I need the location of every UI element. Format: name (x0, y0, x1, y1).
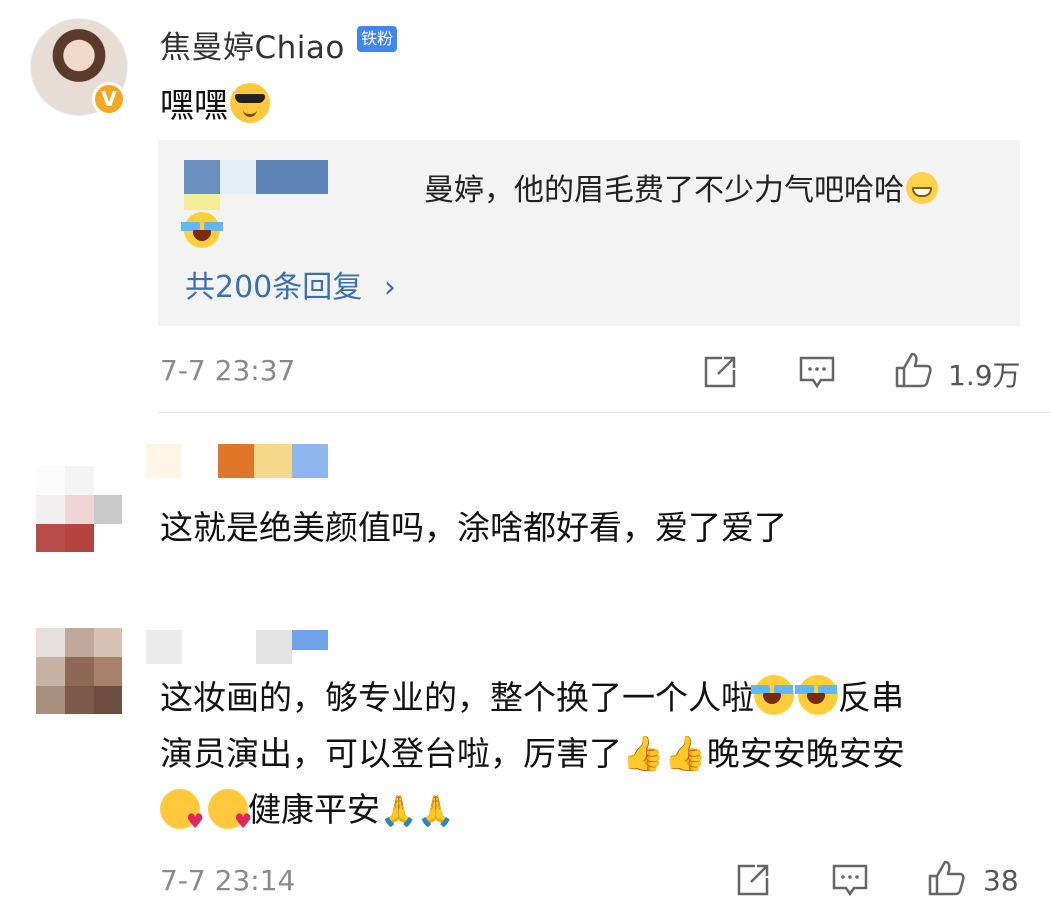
redacted-username-part (184, 194, 220, 210)
redacted-username-part (218, 444, 254, 478)
timestamp: 7-7 23:14 (160, 864, 296, 897)
like-count: 1.9万 (948, 359, 1021, 392)
share-icon[interactable] (733, 860, 773, 900)
comment-text: 演员演出，可以登台啦，厉害了 (160, 734, 622, 773)
redacted-username-part (220, 160, 256, 194)
kiss-emoji (208, 789, 252, 831)
avatar[interactable] (36, 628, 122, 714)
reply-text: 曼婷，他的眉毛费了不少力气吧哈哈 (424, 165, 938, 209)
redacted-username-part (256, 630, 292, 664)
share-icon[interactable] (700, 352, 740, 392)
like-count: 38 (983, 864, 1019, 897)
comment-text: 反串 (838, 678, 904, 717)
comment-line: 这妆画的，够专业的，整个换了一个人啦 反串 (160, 672, 904, 724)
laugh-cry-emoji (181, 212, 223, 248)
comment-text: 这妆画的，够专业的，整个换了一个人啦 (160, 678, 754, 717)
reply-text-content: 曼婷，他的眉毛费了不少力气吧哈哈 (424, 173, 904, 208)
redacted-username-part (292, 444, 328, 478)
comment-text: 晚安安晚安安 (706, 734, 905, 773)
redacted-username-part (256, 160, 328, 194)
cool-emoji (230, 83, 270, 123)
thumbs-up-emoji: 👍 (622, 734, 665, 774)
redacted-username-part (254, 444, 292, 478)
chevron-right-icon: › (383, 270, 396, 305)
laugh-cry-emoji (751, 675, 794, 715)
like-icon[interactable] (926, 858, 966, 898)
comment-text-content: 嘿嘿 (160, 86, 228, 126)
redacted-username (184, 160, 220, 194)
comment-text: 这就是绝美颜值吗，涂啥都好看，爱了爱了 (160, 508, 787, 547)
laugh-cry-emoji (795, 675, 838, 715)
username[interactable]: 焦曼婷Chiao (160, 22, 345, 67)
grin-emoji (906, 172, 938, 204)
avatar[interactable] (36, 466, 122, 552)
comment-line: 健康平安🙏🙏 (160, 784, 455, 838)
kiss-emoji (160, 789, 204, 831)
divider (158, 412, 1051, 413)
redacted-username (146, 444, 182, 478)
timestamp: 7-7 23:37 (160, 354, 296, 387)
comment-icon[interactable] (830, 860, 870, 900)
redacted-username-part (292, 630, 328, 650)
like-icon[interactable] (893, 350, 933, 390)
view-replies-link[interactable]: 共200条回复 › (185, 262, 396, 306)
comment-text: 健康平安 (248, 790, 380, 829)
comment-icon[interactable] (797, 352, 837, 392)
fan-badge: 铁粉 (357, 26, 397, 52)
comment-text: 嘿嘿 (160, 78, 270, 127)
thumbs-up-emoji: 👍 (664, 734, 707, 774)
pray-emoji: 🙏🙏 (380, 794, 455, 829)
redacted-username (146, 630, 182, 664)
comment-line: 演员演出，可以登台啦，厉害了👍👍晚安安晚安安 (160, 728, 905, 780)
reply-count-label: 共200条回复 (185, 270, 363, 305)
verified-icon: V (92, 82, 126, 116)
